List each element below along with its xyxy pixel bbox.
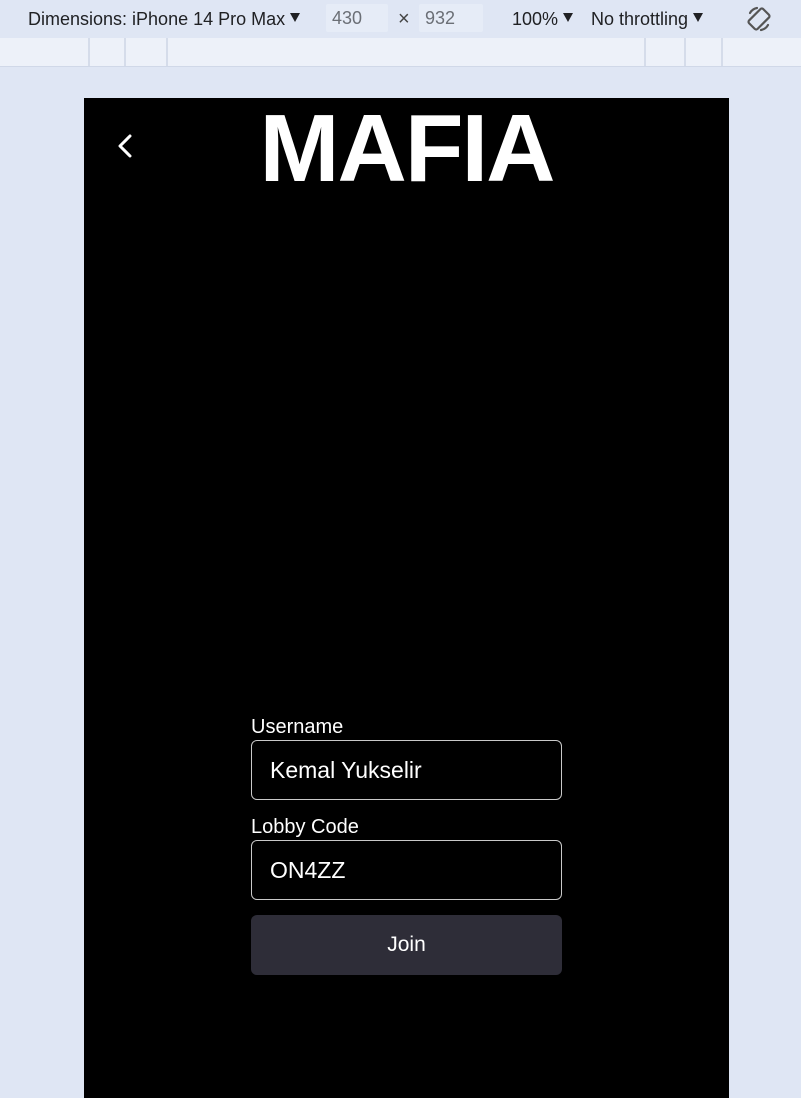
page-title: MAFIA xyxy=(259,98,556,202)
join-button[interactable]: Join xyxy=(251,915,562,975)
zoom-dropdown[interactable]: 100% xyxy=(512,0,574,38)
device-dimensions-label: Dimensions: iPhone 14 Pro Max xyxy=(28,8,286,29)
device-viewport: MAFIA Username Lobby Code Join xyxy=(84,98,729,1098)
device-dimensions-dropdown[interactable]: Dimensions: iPhone 14 Pro Max xyxy=(28,0,301,38)
join-lobby-form: Username Lobby Code Join xyxy=(251,715,562,975)
media-query-ruler[interactable] xyxy=(0,38,801,67)
throttling-label: No throttling xyxy=(591,8,689,29)
caret-down-icon xyxy=(563,12,574,22)
username-field[interactable] xyxy=(251,740,562,800)
devtools-device-toolbar: Dimensions: iPhone 14 Pro Max 430 × 932 … xyxy=(0,0,801,38)
viewport-width-input[interactable]: 430 xyxy=(326,4,388,32)
zoom-label: 100% xyxy=(512,8,559,29)
times-icon: × xyxy=(398,7,410,30)
viewport-width-value: 430 xyxy=(332,7,363,28)
throttling-dropdown[interactable]: No throttling xyxy=(591,0,704,38)
rotate-icon[interactable] xyxy=(744,4,774,34)
lobby-code-label: Lobby Code xyxy=(251,816,359,838)
caret-down-icon xyxy=(290,12,301,22)
caret-down-icon xyxy=(693,12,704,22)
lobby-code-field[interactable] xyxy=(251,840,562,900)
username-label: Username xyxy=(251,716,344,738)
viewport-height-value: 932 xyxy=(425,7,456,28)
viewport-height-input[interactable]: 932 xyxy=(419,4,483,32)
